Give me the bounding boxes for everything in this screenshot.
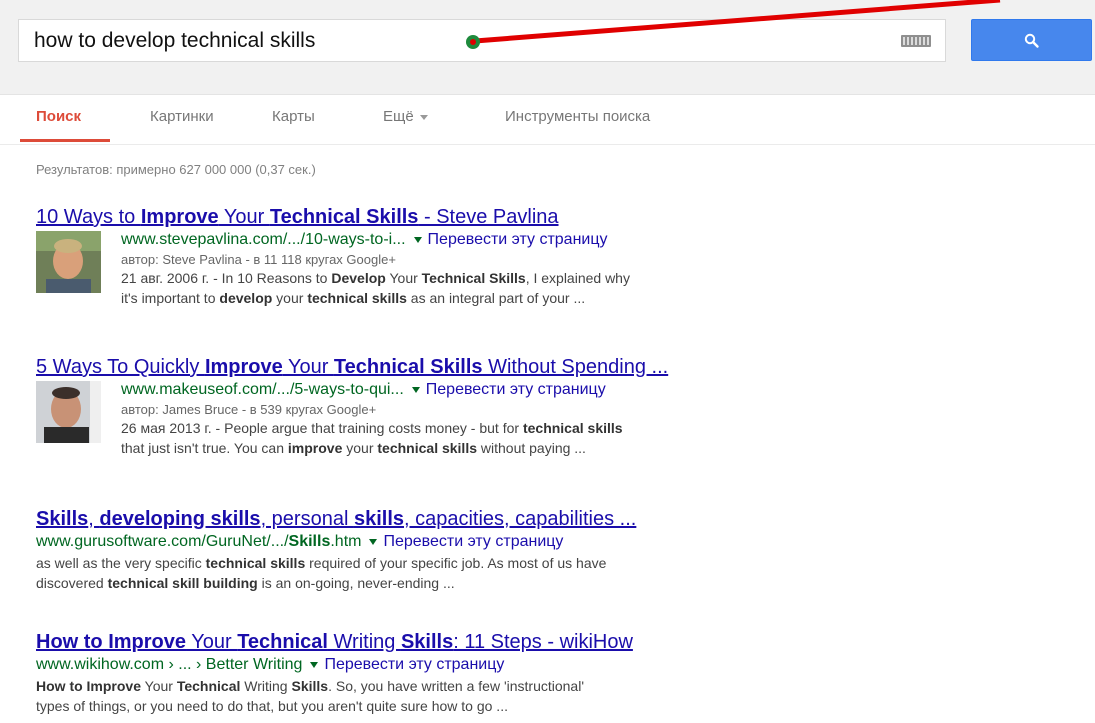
result-url[interactable]: www.gurusoftware.com/GuruNet/.../Skills.… [36,531,896,553]
active-tab-indicator [20,139,110,142]
tab-more[interactable]: Ещё [383,108,428,125]
dropdown-caret-icon[interactable] [310,661,319,668]
search-input[interactable] [34,26,874,56]
tabs-divider [0,144,1095,145]
author-avatar [36,231,101,293]
dropdown-caret-icon[interactable] [369,538,378,545]
tab-images[interactable]: Картинки [150,108,214,125]
tab-search-tools[interactable]: Инструменты поиска [505,108,650,125]
search-result: Skills, developing skills, personal skil… [36,507,896,593]
search-header [0,0,1095,95]
result-author: автор: Steve Pavlina - в 11 118 кругах G… [121,252,396,267]
result-snippet: 21 авг. 2006 г. - In 10 Reasons to Devel… [121,270,630,306]
result-title-link[interactable]: 5 Ways To Quickly Improve Your Technical… [36,355,896,379]
translate-link[interactable]: Перевести эту страницу [428,231,608,248]
result-url[interactable]: www.wikihow.com › ... › Better Writing Пе… [36,654,896,676]
dropdown-caret-icon[interactable] [413,236,422,243]
tab-maps[interactable]: Карты [272,108,315,125]
result-url[interactable]: www.stevepavlina.com/.../10-ways-to-i...… [121,229,896,251]
result-author: автор: James Bruce - в 539 кругах Google… [121,402,377,417]
search-result: 5 Ways To Quickly Improve Your Technical… [36,355,896,458]
result-snippet: as well as the very specific technical s… [36,555,607,591]
search-tabs: Поиск Картинки Карты Ещё Инструменты пои… [0,94,1095,145]
translate-link[interactable]: Перевести эту страницу [324,656,504,673]
tab-search[interactable]: Поиск [36,108,81,125]
result-title-link[interactable]: 10 Ways to Improve Your Technical Skills… [36,205,896,229]
search-result: 10 Ways to Improve Your Technical Skills… [36,205,896,308]
result-title-link[interactable]: How to Improve Your Technical Writing Sk… [36,630,896,654]
dropdown-caret-icon[interactable] [411,386,420,393]
author-avatar [36,381,101,443]
keyboard-icon[interactable] [901,35,931,47]
search-box[interactable] [18,19,946,62]
dropdown-caret-icon [419,114,428,120]
result-url[interactable]: www.makeuseof.com/.../5-ways-to-qui... Пе… [121,379,896,401]
search-icon [1024,33,1039,48]
translate-link[interactable]: Перевести эту страницу [426,381,606,398]
translate-link[interactable]: Перевести эту страницу [383,533,563,550]
result-snippet: How to Improve Your Technical Writing Sk… [36,678,584,714]
result-snippet: 26 мая 2013 г. - People argue that train… [121,420,623,456]
results-stats: Результатов: примерно 627 000 000 (0,37 … [36,162,316,177]
result-title-link[interactable]: Skills, developing skills, personal skil… [36,507,896,531]
search-button[interactable] [971,19,1092,61]
search-result: How to Improve Your Technical Writing Sk… [36,630,896,716]
